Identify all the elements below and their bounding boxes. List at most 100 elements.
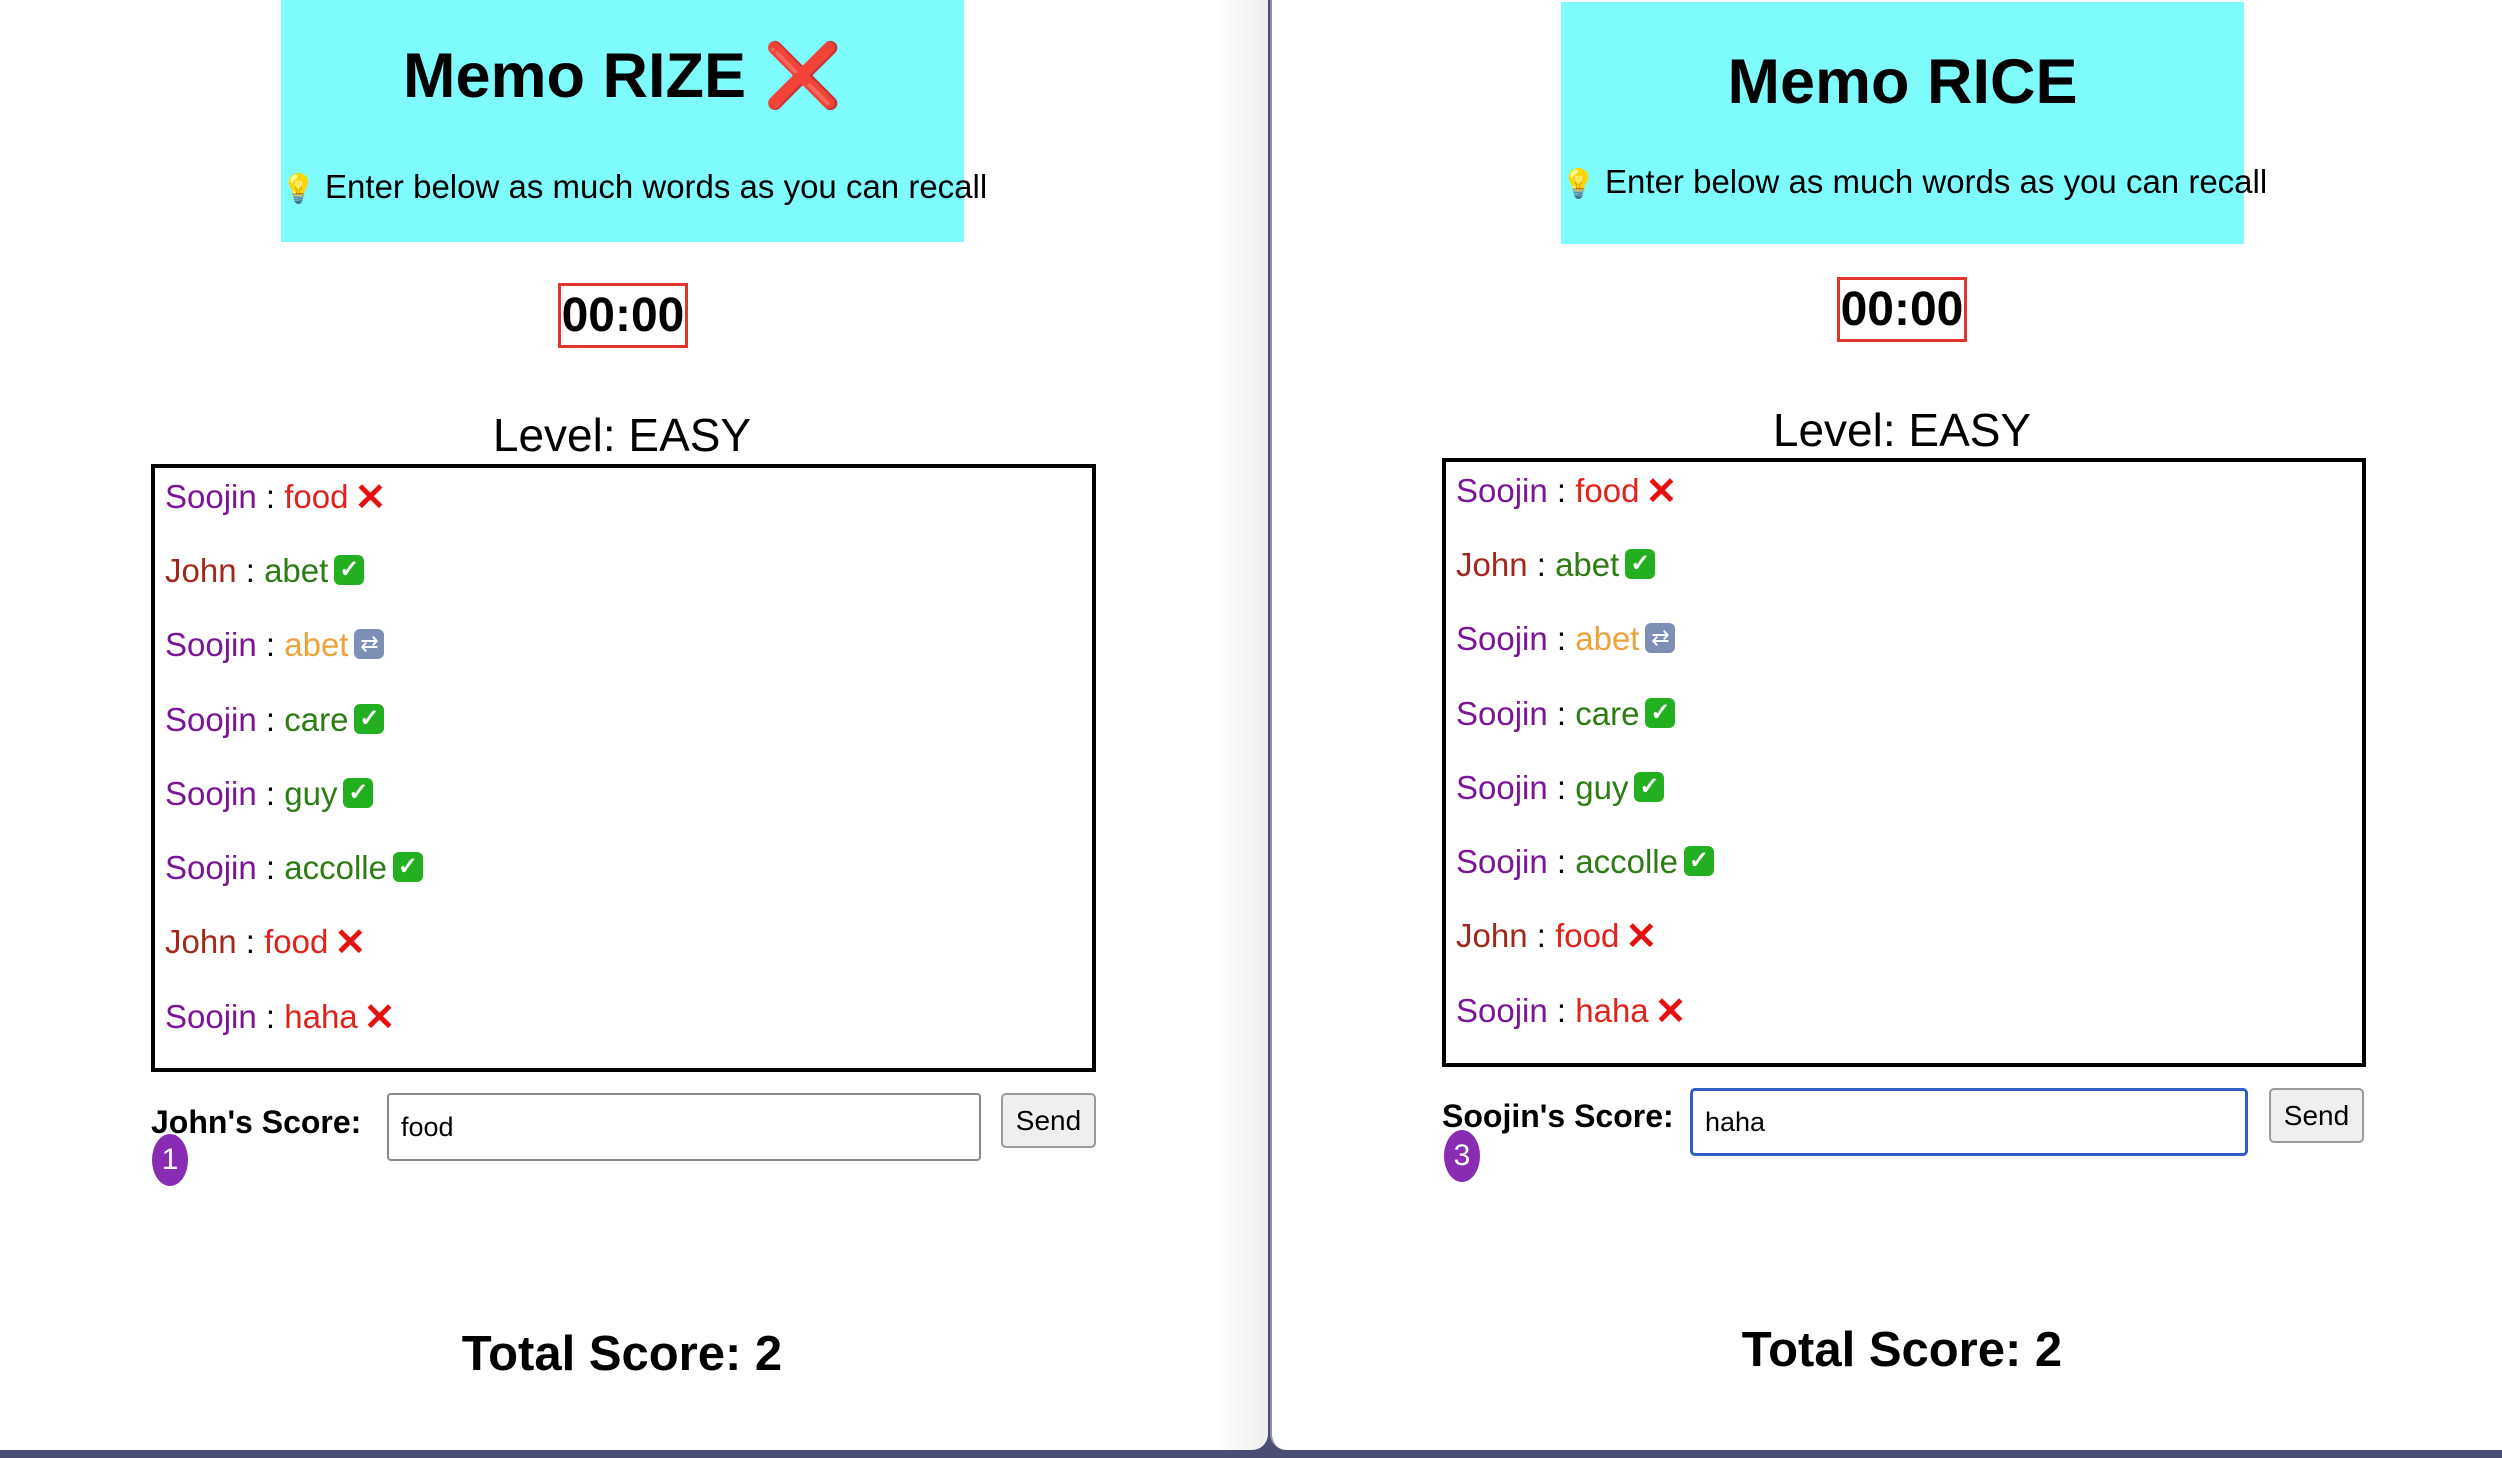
score-badge: 3 xyxy=(1444,1130,1480,1182)
list-item: John : abet ✓ xyxy=(1456,546,1656,584)
entry-word: guy xyxy=(284,775,338,812)
entry-separator: : xyxy=(1547,992,1576,1029)
entry-word: haha xyxy=(284,998,358,1035)
entry-separator: : xyxy=(1527,917,1556,954)
level-indicator: Level: EASY xyxy=(492,409,752,461)
entry-player: Soojin xyxy=(165,626,257,663)
repeat-icon: ⇄ xyxy=(1645,623,1676,654)
list-item: Soojin : care ✓ xyxy=(165,701,385,739)
send-button[interactable]: Send xyxy=(1001,1093,1096,1148)
send-button[interactable]: Send xyxy=(2269,1088,2364,1143)
list-item: John : food ✕ xyxy=(1456,917,1657,956)
player-score-label: Soojin's Score: xyxy=(1442,1098,1674,1134)
entry-word: guy xyxy=(1575,769,1629,806)
word-input[interactable] xyxy=(387,1093,981,1161)
word-log[interactable]: Soojin : food ✕ John : abet ✓ Soojin : abet ⇄… xyxy=(1442,458,2366,1067)
check-mark-icon: ✓ xyxy=(1625,549,1656,580)
entry-word: care xyxy=(1575,695,1640,732)
entry-player: John xyxy=(165,552,237,589)
list-item: Soojin : abet ⇄ xyxy=(1456,620,1676,658)
game-title-text: Memo RICE xyxy=(1727,47,2078,117)
entry-separator: : xyxy=(236,552,265,589)
entry-word: abet xyxy=(284,626,349,663)
entry-word: abet xyxy=(1575,620,1640,657)
list-item: John : abet ✓ xyxy=(165,552,365,590)
entry-player: Soojin xyxy=(1456,695,1548,732)
lightbulb-icon: 💡 xyxy=(281,173,316,204)
level-indicator: Level: EASY xyxy=(1772,404,2032,456)
entry-separator: : xyxy=(1547,769,1576,806)
cross-mark-icon: ✕ xyxy=(1654,991,1687,1034)
entry-word: abet xyxy=(264,552,329,589)
entry-player: John xyxy=(1456,917,1528,954)
check-mark-icon: ✓ xyxy=(343,778,374,809)
list-item: Soojin : abet ⇄ xyxy=(165,626,385,664)
lightbulb-icon: 💡 xyxy=(1561,168,1596,199)
entry-separator: : xyxy=(1547,472,1576,509)
game-header: Memo RICE 💡 Enter below as much words as… xyxy=(1561,2,2267,244)
window-edge-shadow xyxy=(1215,0,1268,1450)
game-title: Memo RICE xyxy=(1561,46,2244,118)
entry-player: Soojin xyxy=(1456,769,1548,806)
cross-mark-icon: ✕ xyxy=(334,922,367,965)
entry-player: John xyxy=(165,923,237,960)
player-score-label: John's Score: xyxy=(151,1104,362,1140)
instruction-text: 💡 Enter below as much words as you can r… xyxy=(281,168,987,206)
entry-separator: : xyxy=(256,849,285,886)
list-item: Soojin : haha ✕ xyxy=(1456,991,1687,1034)
entry-separator: : xyxy=(1547,695,1576,732)
entry-player: Soojin xyxy=(1456,472,1548,509)
entry-separator: : xyxy=(256,775,285,812)
entry-word: haha xyxy=(1575,992,1649,1029)
list-item: Soojin : accolle ✓ xyxy=(165,849,423,887)
check-mark-icon: ✓ xyxy=(1634,772,1665,803)
entry-word: accolle xyxy=(284,849,387,886)
list-item: Soojin : guy ✓ xyxy=(1456,769,1665,807)
instruction-text: 💡 Enter below as much words as you can r… xyxy=(1561,163,2267,201)
word-log[interactable]: Soojin : food ✕ John : abet ✓ Soojin : abet ⇄… xyxy=(151,464,1096,1072)
countdown-timer: 00:00 xyxy=(558,283,688,348)
left-game-window: Memo RIZE ❌ 💡 Enter below as much words … xyxy=(0,0,1268,1450)
list-item: Soojin : haha ✕ xyxy=(165,998,396,1037)
entry-player: Soojin xyxy=(165,478,257,515)
right-game-window: Memo RICE 💡 Enter below as much words as… xyxy=(1270,0,2502,1450)
entry-word: care xyxy=(284,701,349,738)
entry-separator: : xyxy=(256,701,285,738)
list-item: Soojin : care ✓ xyxy=(1456,695,1676,733)
entry-player: Soojin xyxy=(1456,992,1548,1029)
word-input[interactable] xyxy=(1690,1088,2248,1156)
entry-player: Soojin xyxy=(1456,620,1548,657)
entry-separator: : xyxy=(256,998,285,1035)
entry-separator: : xyxy=(256,478,285,515)
entry-separator: : xyxy=(1547,620,1576,657)
entry-word: food xyxy=(1575,472,1640,509)
game-title-text: Memo RIZE xyxy=(403,41,747,111)
list-item: Soojin : accolle ✓ xyxy=(1456,843,1714,881)
entry-player: John xyxy=(1456,546,1528,583)
entry-separator: : xyxy=(1547,843,1576,880)
check-mark-icon: ✓ xyxy=(392,852,423,883)
check-mark-icon: ✓ xyxy=(354,704,385,735)
game-title: Memo RIZE ❌ xyxy=(281,40,964,113)
entry-word: food xyxy=(284,478,349,515)
entry-separator: : xyxy=(256,626,285,663)
cross-mark-icon: ❌ xyxy=(763,41,842,111)
entry-player: Soojin xyxy=(165,998,257,1035)
entry-separator: : xyxy=(236,923,265,960)
score-badge: 1 xyxy=(152,1134,188,1186)
total-score: Total Score: 2 xyxy=(1741,1323,2063,1377)
entry-player: Soojin xyxy=(165,701,257,738)
list-item: Soojin : food ✕ xyxy=(1456,471,1678,514)
countdown-timer: 00:00 xyxy=(1837,277,1967,342)
entry-player: Soojin xyxy=(165,775,257,812)
entry-separator: : xyxy=(1527,546,1556,583)
total-score: Total Score: 2 xyxy=(461,1327,783,1381)
list-item: Soojin : guy ✓ xyxy=(165,775,374,813)
entry-word: abet xyxy=(1555,546,1620,583)
instruction-label: Enter below as much words as you can rec… xyxy=(325,168,988,205)
cross-mark-icon: ✕ xyxy=(1645,471,1678,514)
entry-word: food xyxy=(1555,917,1620,954)
check-mark-icon: ✓ xyxy=(334,555,365,586)
repeat-icon: ⇄ xyxy=(354,629,385,660)
cross-mark-icon: ✕ xyxy=(354,477,387,520)
